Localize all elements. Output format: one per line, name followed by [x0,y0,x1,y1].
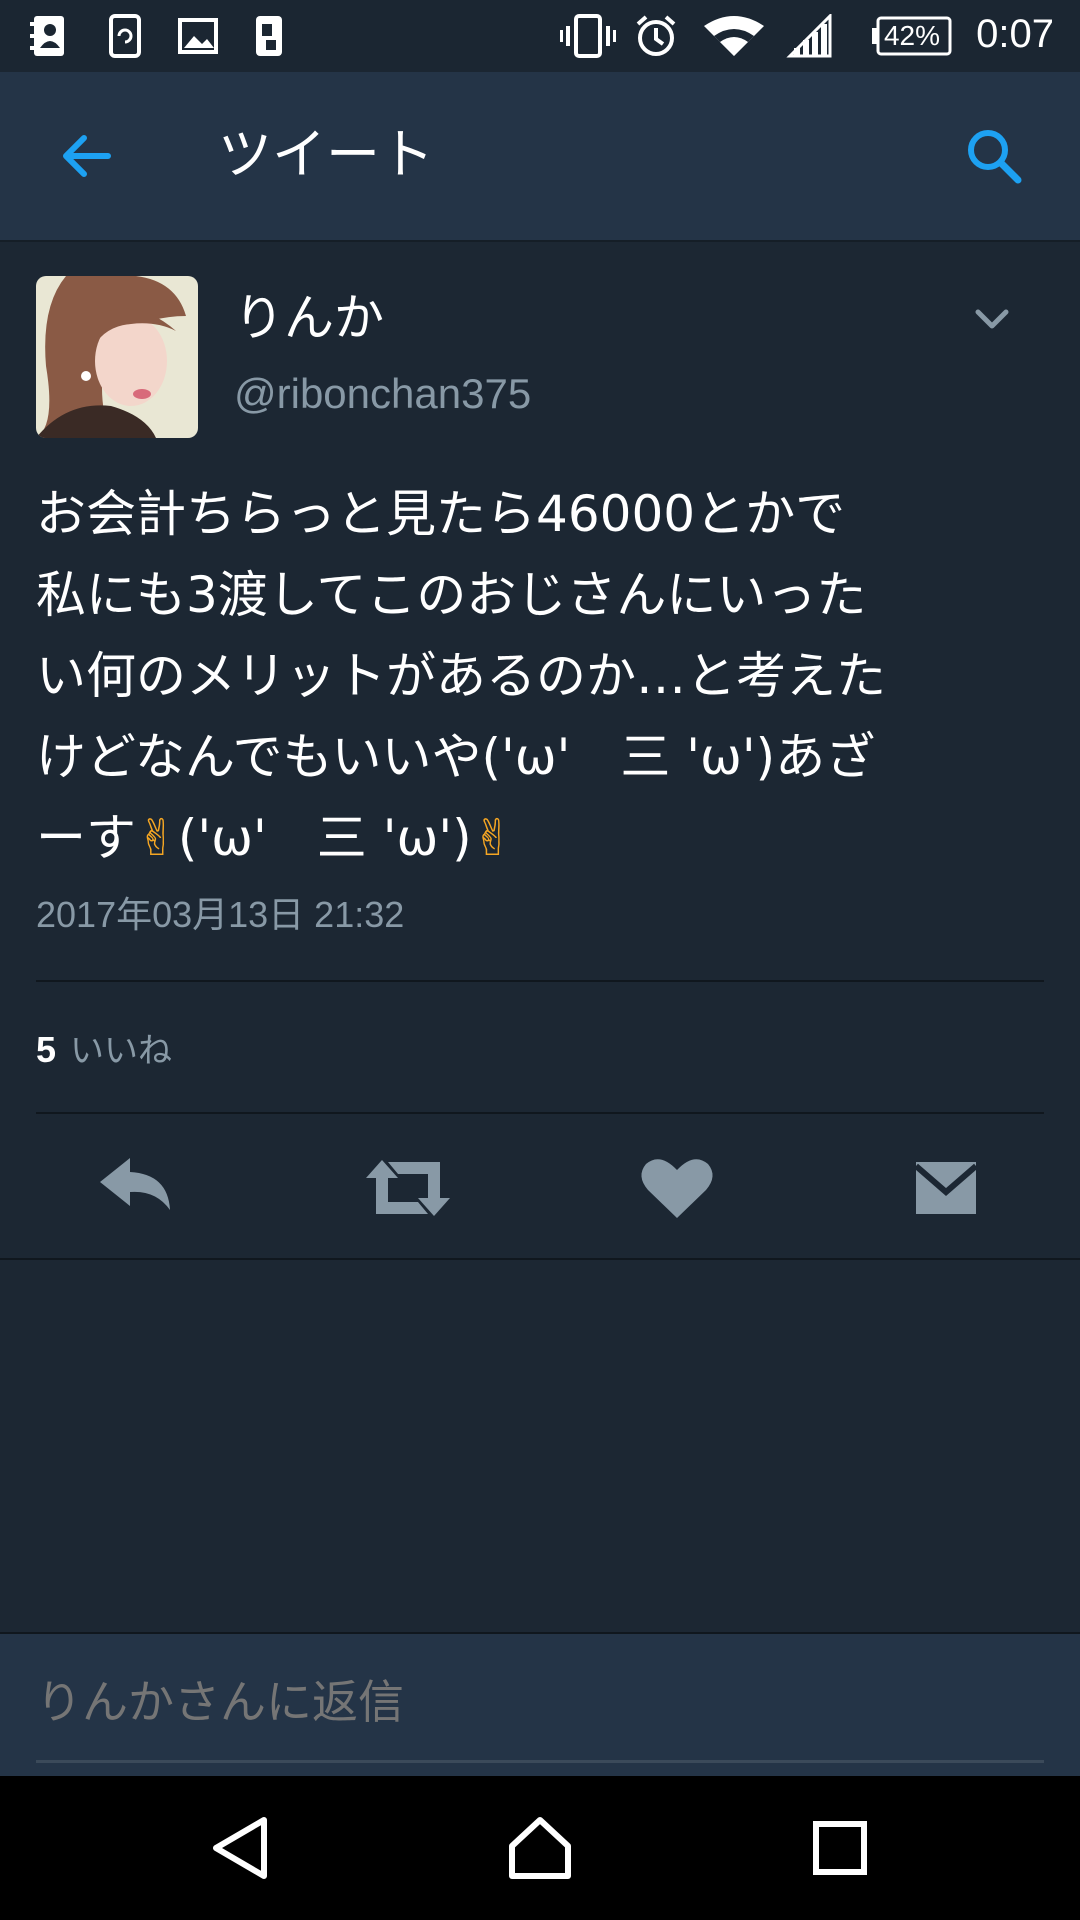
likes-label: いいね [70,1031,173,1071]
retweet-icon[interactable] [362,1152,454,1224]
reply-icon[interactable] [92,1152,182,1224]
tweet-text: お会計ちらっと見たら46000とかで 私にも3渡してこのおじさんにいった い何の… [36,485,886,867]
page-title: ツイート [218,123,434,186]
victory-hand-emoji: ✌ [136,809,178,867]
signal-icon [786,14,832,58]
search-icon[interactable] [962,124,1026,188]
reply-input-underline [36,1760,1044,1763]
contacts-icon [30,14,66,58]
clock: 0:07 [976,12,1054,56]
home-nav-icon[interactable] [504,1812,576,1884]
divider [36,1112,1044,1114]
reply-bar [0,1632,1080,1778]
victory-hand-emoji: ✌ [471,809,514,867]
navigation-bar [0,1776,1080,1920]
vibrate-icon [560,14,616,58]
recents-nav-icon[interactable] [804,1812,876,1884]
sync-icon [108,14,142,58]
user-handle[interactable]: @ribonchan375 [234,366,531,422]
direct-message-icon[interactable] [900,1152,990,1224]
back-nav-icon[interactable] [206,1812,278,1884]
divider [36,980,1044,982]
app-bar: ツイート [0,72,1080,242]
likes-stat[interactable]: 5 いいね [36,1022,172,1079]
phone-icon [252,14,286,58]
image-icon [178,14,218,58]
arrow-left-icon[interactable] [56,126,116,186]
alarm-icon [634,14,678,58]
tweet-timestamp: 2017年03月13日 21:32 [36,894,405,935]
likes-count: 5 [36,1029,57,1070]
battery-icon: 42% [872,16,952,56]
reply-input[interactable] [36,1674,1044,1730]
divider [0,1258,1080,1260]
chevron-down-icon[interactable] [968,300,1016,340]
like-icon[interactable] [632,1152,722,1224]
avatar[interactable] [36,276,198,438]
status-bar: 42% 0:07 [0,0,1080,72]
battery-level: 42% [883,20,941,51]
wifi-icon [704,14,764,58]
display-name[interactable]: りんか [234,288,384,348]
